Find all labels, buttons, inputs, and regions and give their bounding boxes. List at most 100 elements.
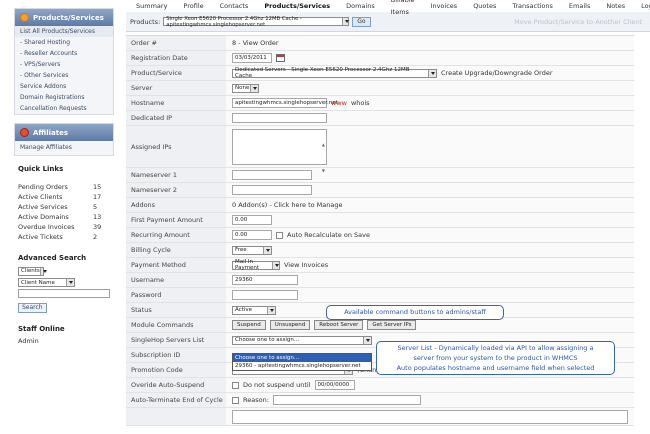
auto-terminate-reason-input[interactable]	[272, 395, 421, 405]
quick-link-overdue-invoices[interactable]: Overdue Invoices 39	[18, 222, 120, 232]
row-username: Username 29360	[126, 273, 634, 288]
billing-cycle-label: Billing Cycle	[126, 243, 226, 257]
password-input[interactable]	[232, 290, 298, 300]
www-link[interactable]: www	[331, 99, 347, 107]
recurring-amount-input[interactable]: 0.00	[232, 230, 272, 240]
sidebar-link-vps-servers[interactable]: - VPS/Servers	[15, 59, 113, 70]
addons-manage-link[interactable]: 0 Addon(s) - Click here to Manage	[232, 201, 343, 209]
override-date-input[interactable]: 00/00/0000	[314, 380, 355, 390]
nameserver-2-label: Nameserver 2	[126, 183, 226, 197]
calendar-icon[interactable]	[276, 54, 285, 62]
view-invoices-link[interactable]: View Invoices	[284, 261, 328, 269]
product-select[interactable]: Single Xeon E5620 Processor 2.4Ghz 12MB …	[163, 16, 350, 28]
quick-link-pending-orders[interactable]: Pending Orders 15	[18, 182, 120, 192]
tab-summary[interactable]: Summary	[128, 0, 175, 12]
go-button[interactable]: Go	[352, 16, 371, 27]
status-select[interactable]: Active	[232, 305, 276, 315]
sidebar-link-other-services[interactable]: - Other Services	[15, 70, 113, 81]
order-label: Order #	[126, 36, 226, 50]
tab-notes[interactable]: Notes	[598, 0, 633, 12]
nameserver-1-label: Nameserver 1	[126, 168, 226, 182]
tab-emails[interactable]: Emails	[561, 0, 598, 12]
servers-list-option[interactable]: 29360 - apitestingwhmcs.singlehopserver.…	[233, 362, 371, 370]
unsuspend-button[interactable]: Unsuspend	[269, 320, 311, 330]
sidebar-link-shared-hosting[interactable]: - Shared Hosting	[15, 37, 113, 48]
quick-link-active-tickets[interactable]: Active Tickets 2	[18, 232, 120, 242]
search-field-select[interactable]: Client Name	[18, 278, 75, 287]
chevron-down-icon	[363, 336, 371, 344]
servers-list-option[interactable]: Choose one to assign...	[233, 354, 371, 362]
quick-link-label: Active Services	[18, 203, 68, 211]
quick-link-active-domains[interactable]: Active Domains 13	[18, 212, 120, 222]
registration-date-input[interactable]: 03/03/2011	[232, 53, 272, 63]
whois-link[interactable]: whois	[351, 99, 370, 107]
tab-invoices[interactable]: Invoices	[423, 0, 466, 12]
payment-method-select[interactable]: Mail In Payment	[232, 259, 280, 271]
payment-method-value: Mail In Payment	[235, 259, 260, 271]
search-button[interactable]: Search	[18, 303, 47, 313]
first-payment-input[interactable]: 0.00	[232, 215, 272, 225]
billing-cycle-value: Free	[235, 247, 247, 253]
auto-recalculate-label: Auto Recalculate on Save	[287, 231, 370, 239]
tab-domains[interactable]: Domains	[338, 0, 383, 12]
tab-transactions[interactable]: Transactions	[504, 0, 561, 12]
tab-billable-items[interactable]: Billable Items	[383, 0, 423, 18]
dedicated-ip-input[interactable]	[232, 113, 327, 123]
hostname-label: Hostname	[126, 96, 226, 110]
sidebar-link-list-all[interactable]: List All Products/Services	[15, 26, 113, 37]
tab-log[interactable]: Log	[633, 0, 650, 12]
server-select[interactable]: None	[232, 83, 259, 93]
hostname-input[interactable]: apitestingwhmcs.singlehopserver.net	[232, 98, 338, 108]
servers-list-select[interactable]: Choose one to assign...	[232, 335, 372, 345]
client-tabs: Summary Profile Contacts Products/Servic…	[120, 0, 650, 16]
tab-contacts[interactable]: Contacts	[212, 0, 257, 12]
tab-products-services[interactable]: Products/Services	[256, 0, 338, 12]
sidebar-link-reseller-accounts[interactable]: - Reseller Accounts	[15, 48, 113, 59]
quick-link-count: 2	[93, 233, 98, 241]
search-input[interactable]	[18, 289, 110, 298]
sidebar-link-manage-affiliates[interactable]: Manage Affiliates	[15, 141, 113, 155]
reboot-server-button[interactable]: Reboot Server	[314, 320, 364, 330]
admin-notes-textarea[interactable]	[232, 409, 628, 424]
assigned-ips-cell	[226, 126, 634, 184]
auto-terminate-checkbox[interactable]	[232, 396, 239, 404]
server-cell: None	[226, 81, 634, 95]
chevron-down-icon	[39, 267, 48, 275]
assigned-ips-textarea[interactable]	[232, 128, 327, 184]
quick-link-label: Active Domains	[18, 213, 69, 221]
get-server-ips-button[interactable]: Get Server IPs	[367, 320, 417, 330]
order-value-link[interactable]: 8 - View Order	[232, 39, 279, 47]
product-service-cell: Dedicated Servers - Single Xeon E5620 Pr…	[226, 66, 634, 80]
search-type-select[interactable]: Clients	[18, 266, 48, 276]
nameserver-1-input[interactable]	[232, 170, 312, 180]
tab-profile[interactable]: Profile	[175, 0, 211, 12]
auto-terminate-cell: Reason:	[226, 393, 634, 407]
module-commands-label: Module Commands	[126, 318, 226, 332]
servers-list-label: SingleHop Servers List	[126, 333, 226, 347]
sidebar-link-service-addons[interactable]: Service Addons	[15, 81, 113, 92]
payment-method-label: Payment Method	[126, 258, 226, 272]
quick-link-active-clients[interactable]: Active Clients 17	[18, 192, 120, 202]
suspend-button[interactable]: Suspend	[232, 320, 266, 330]
sidebar-link-domain-registrations[interactable]: Domain Registrations	[15, 92, 113, 103]
billing-cycle-select[interactable]: Free	[232, 245, 272, 255]
username-input[interactable]: 29360	[232, 275, 298, 285]
nameserver-2-input[interactable]	[232, 185, 312, 195]
auto-recalculate-checkbox[interactable]	[276, 231, 283, 239]
upgrade-downgrade-link[interactable]: Create Upgrade/Downgrade Order	[441, 69, 553, 77]
username-cell: 29360	[226, 273, 634, 287]
affiliates-header-label: Affiliates	[33, 128, 69, 137]
move-product-link[interactable]: Move Product/Service to Another Client	[514, 18, 646, 26]
tab-quotes[interactable]: Quotes	[465, 0, 504, 12]
sidebar: Products/Services List All Products/Serv…	[0, 0, 120, 434]
products-header-label: Products/Services	[33, 13, 104, 22]
override-auto-suspend-label: Overide Auto-Suspend	[126, 378, 226, 392]
product-service-select[interactable]: Dedicated Servers - Single Xeon E5620 Pr…	[232, 67, 437, 79]
row-override-auto-suspend: Overide Auto-Suspend Do not suspend unti…	[126, 378, 634, 393]
quick-link-label: Active Tickets	[18, 233, 63, 241]
sidebar-link-cancellation-requests[interactable]: Cancellation Requests	[15, 103, 113, 114]
override-auto-suspend-checkbox[interactable]	[232, 381, 239, 389]
product-service-label: Product/Service	[126, 66, 226, 80]
products-label: Products:	[130, 17, 161, 26]
quick-link-active-services[interactable]: Active Services 5	[18, 202, 120, 212]
